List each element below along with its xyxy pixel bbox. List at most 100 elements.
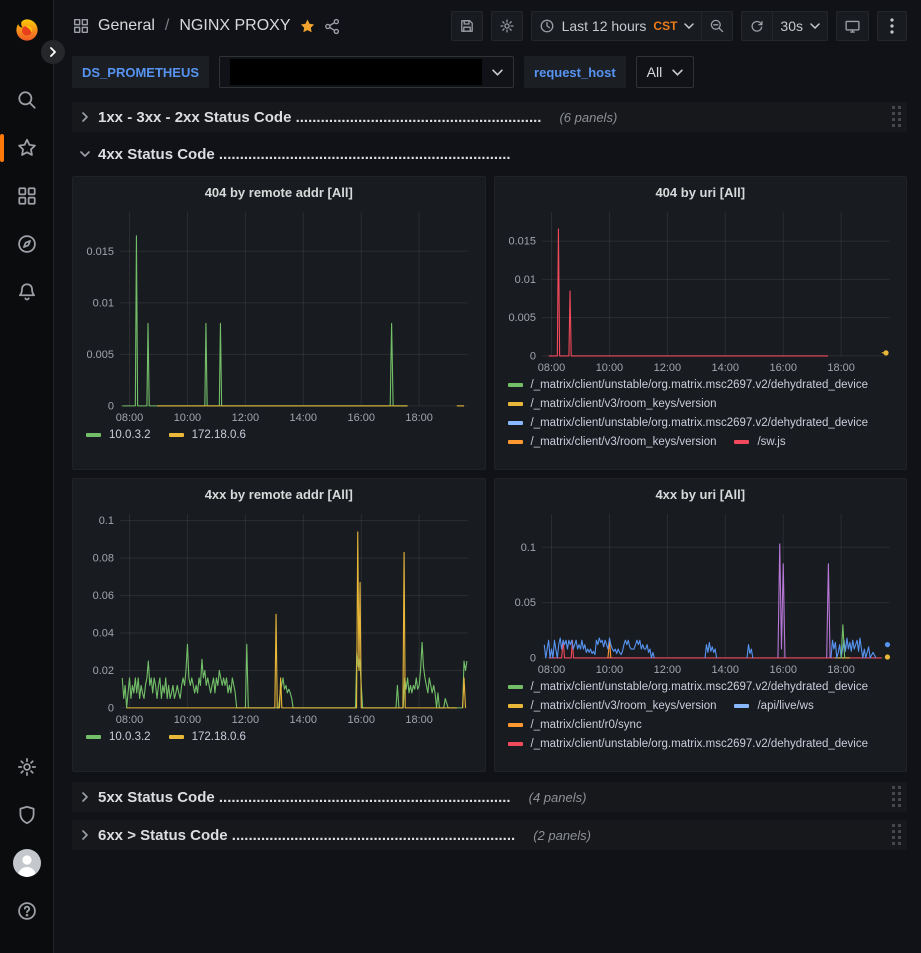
svg-text:0: 0 [108, 400, 114, 412]
legend-item[interactable]: 172.18.0.6 [169, 429, 246, 441]
time-range-label: Last 12 hours [562, 18, 647, 34]
sidebar-item-search[interactable] [7, 80, 47, 120]
search-icon [16, 89, 38, 111]
svg-text:08:00: 08:00 [537, 362, 564, 374]
chart-canvas[interactable]: 00.0050.010.01508:0010:0012:0014:0016:00… [504, 205, 898, 375]
breadcrumb-section[interactable]: General [98, 17, 155, 35]
chart-canvas[interactable]: 00.020.040.060.080.108:0010:0012:0014:00… [82, 507, 476, 727]
time-zoom-out-button[interactable] [701, 11, 733, 41]
panel-title[interactable]: 4xx by uri [All] [504, 484, 898, 507]
legend-swatch [734, 704, 749, 708]
panel-title[interactable]: 4xx by remote addr [All] [82, 484, 476, 507]
panel-title[interactable]: 404 by uri [All] [504, 182, 898, 205]
panel-title[interactable]: 404 by remote addr [All] [82, 182, 476, 205]
save-dashboard-button[interactable] [451, 11, 483, 41]
legend-item[interactable]: /_matrix/client/unstable/org.matrix.msc2… [508, 379, 869, 391]
legend-item[interactable]: /sw.js [734, 436, 785, 448]
tv-mode-button[interactable] [836, 11, 869, 41]
chevron-down-icon [672, 69, 683, 76]
legend-item[interactable]: /_matrix/client/v3/room_keys/version [508, 436, 717, 448]
svg-text:0.06: 0.06 [93, 590, 114, 602]
star-filled-icon[interactable] [299, 18, 316, 35]
sidebar-item-alerting[interactable] [7, 272, 47, 312]
legend-item[interactable]: /api/live/ws [734, 700, 813, 712]
sidebar-item-profile[interactable] [7, 843, 47, 883]
legend-label: 172.18.0.6 [192, 731, 246, 743]
legend-item[interactable]: /_matrix/client/v3/room_keys/version [508, 700, 717, 712]
sidebar-item-settings[interactable] [7, 747, 47, 787]
chevron-down-icon [684, 23, 694, 29]
row-panel-count: (4 panels) [529, 790, 587, 805]
legend-item[interactable]: 10.0.3.2 [86, 731, 151, 743]
chevron-down-icon [492, 69, 503, 76]
chart-canvas[interactable]: 00.050.108:0010:0012:0014:0016:0018:00 [504, 507, 898, 677]
legend-swatch [508, 704, 523, 708]
compass-icon [16, 233, 38, 255]
refresh-interval-picker[interactable]: 30s [772, 11, 828, 41]
svg-text:14:00: 14:00 [711, 362, 738, 374]
svg-text:14:00: 14:00 [290, 412, 317, 424]
dashboard-settings-button[interactable] [491, 11, 523, 41]
row-header-1xx-3xx-2xx[interactable]: 1xx - 3xx - 2xx Status Code ............… [72, 102, 907, 132]
sidebar [0, 0, 54, 953]
legend-item[interactable]: /_matrix/client/unstable/org.matrix.msc2… [508, 738, 869, 750]
more-options-button[interactable] [877, 11, 907, 41]
row-drag-handle[interactable] [892, 824, 901, 851]
svg-text:12:00: 12:00 [653, 664, 680, 676]
legend-label: /_matrix/client/unstable/org.matrix.msc2… [531, 417, 869, 429]
sidebar-item-help[interactable] [7, 891, 47, 931]
legend-swatch [508, 421, 523, 425]
legend-label: /api/live/ws [757, 700, 813, 712]
row-header-5xx[interactable]: 5xx Status Code ........................… [72, 782, 907, 812]
page-title[interactable]: NGINX PROXY [179, 17, 290, 35]
time-range-picker[interactable]: Last 12 hours CST [531, 11, 702, 41]
row-header-6xx[interactable]: 6xx > Status Code ......................… [72, 820, 907, 850]
refresh-button[interactable] [741, 11, 772, 41]
svg-text:0.005: 0.005 [87, 349, 114, 361]
legend-swatch [86, 735, 101, 739]
sidebar-item-starred[interactable] [7, 128, 47, 168]
row-drag-handle[interactable] [892, 106, 901, 133]
legend-label: 172.18.0.6 [192, 429, 246, 441]
svg-text:16:00: 16:00 [347, 714, 374, 726]
legend-item[interactable]: 172.18.0.6 [169, 731, 246, 743]
legend-item[interactable]: /_matrix/client/unstable/org.matrix.msc2… [508, 681, 869, 693]
sidebar-item-explore[interactable] [7, 224, 47, 264]
svg-text:08:00: 08:00 [116, 412, 143, 424]
legend-label: 10.0.3.2 [109, 429, 151, 441]
chart-canvas[interactable]: 00.0050.010.01508:0010:0012:0014:0016:00… [82, 205, 476, 425]
row-header-4xx[interactable]: 4xx Status Code ........................… [72, 140, 907, 168]
magnifier-minus-icon [709, 18, 725, 34]
panel-legend: 10.0.3.2 172.18.0.6 [82, 727, 476, 767]
svg-text:10:00: 10:00 [174, 714, 201, 726]
sidebar-item-server-admin[interactable] [7, 795, 47, 835]
legend-item[interactable]: 10.0.3.2 [86, 429, 151, 441]
sidebar-item-dashboards[interactable] [7, 176, 47, 216]
grafana-logo[interactable] [7, 10, 47, 50]
legend-swatch [86, 433, 101, 437]
chevron-right-icon [80, 792, 90, 802]
share-icon[interactable] [324, 18, 341, 35]
refresh-icon [749, 18, 765, 34]
gear-icon [16, 756, 38, 778]
legend-item[interactable]: /_matrix/client/v3/room_keys/version [508, 398, 717, 410]
legend-swatch [508, 402, 523, 406]
bell-icon [16, 281, 38, 303]
panel-404-by-uri: 404 by uri [All] 00.0050.010.01508:0010:… [494, 176, 908, 470]
dashboard-header: General / NGINX PROXY Last 12 hours [54, 0, 921, 52]
breadcrumb-separator: / [163, 17, 171, 35]
legend-item[interactable]: /_matrix/client/unstable/org.matrix.msc2… [508, 417, 869, 429]
panel-4xx-by-uri: 4xx by uri [All] 00.050.108:0010:0012:00… [494, 478, 908, 772]
request-host-variable-value: All [647, 64, 663, 80]
question-circle-icon [16, 900, 38, 922]
datasource-variable-select[interactable] [219, 56, 514, 88]
legend-swatch [169, 433, 184, 437]
legend-item[interactable]: /_matrix/client/r0/sync [508, 719, 642, 731]
datasource-variable-value [230, 59, 482, 85]
row-drag-handle[interactable] [892, 786, 901, 813]
legend-label: /_matrix/client/v3/room_keys/version [531, 398, 717, 410]
request-host-variable-select[interactable]: All [636, 56, 695, 88]
sidebar-expand-button[interactable] [41, 40, 65, 64]
svg-text:0: 0 [529, 350, 535, 362]
variables-submenu: DS_PROMETHEUS request_host All [54, 52, 921, 96]
